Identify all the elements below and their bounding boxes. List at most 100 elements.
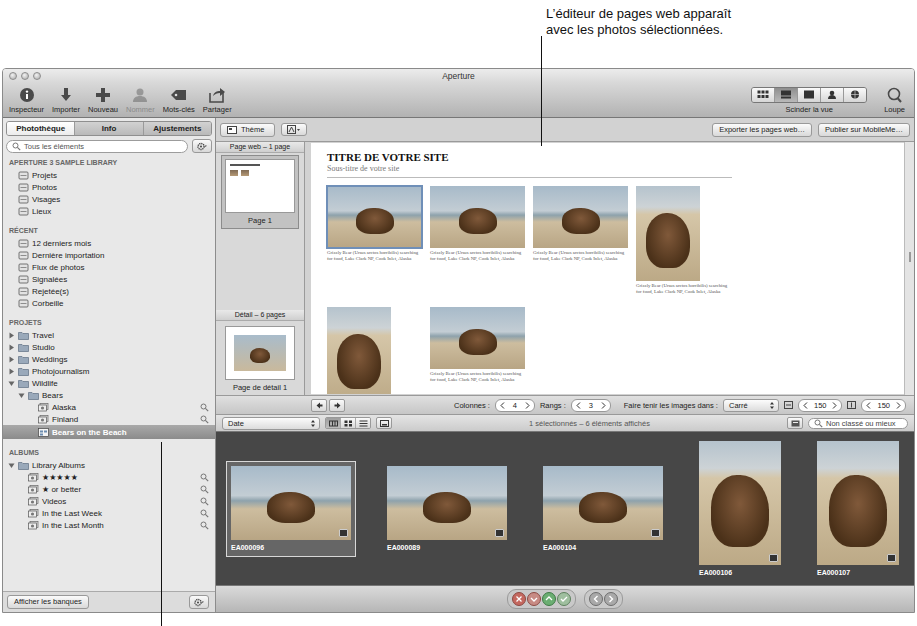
loupe-button[interactable]: Loupe bbox=[881, 87, 908, 114]
sidebar-tab[interactable]: Ajustements bbox=[144, 122, 211, 135]
rows-stepper[interactable]: 3 bbox=[571, 399, 611, 412]
scrollbar-grip[interactable] bbox=[909, 252, 911, 262]
sidebar-item[interactable]: Wildlife bbox=[3, 377, 215, 389]
sidebar-item[interactable]: Projets bbox=[3, 169, 215, 181]
toolbar-button[interactable]: Inspecteur bbox=[6, 87, 47, 114]
decrease-icon[interactable] bbox=[500, 402, 505, 409]
thumbnail-label[interactable]: EA000096 bbox=[231, 543, 351, 552]
thumbnail-label[interactable]: EA000104 bbox=[543, 543, 663, 552]
height-stepper[interactable]: 150 bbox=[861, 399, 906, 412]
sidebar-item-label[interactable]: Lieux bbox=[32, 207, 209, 216]
toolbar-button-label[interactable]: Inspecteur bbox=[9, 105, 44, 114]
increase-icon[interactable] bbox=[896, 402, 901, 409]
minimize-button[interactable] bbox=[21, 72, 29, 80]
thumbnail-photo[interactable] bbox=[387, 466, 507, 540]
search-placeholder[interactable]: Tous les éléments bbox=[24, 142, 84, 151]
sidebar-item-label[interactable]: Signalées bbox=[32, 275, 209, 284]
sidebar-item-label[interactable]: Studio bbox=[32, 343, 209, 352]
reject-icon[interactable] bbox=[512, 592, 526, 606]
disclosure-icon[interactable] bbox=[8, 344, 15, 351]
sidebar-item-label[interactable]: Wildlife bbox=[32, 379, 209, 388]
webpage-photo-cell[interactable] bbox=[327, 307, 424, 394]
sidebar-item-label[interactable]: Travel bbox=[32, 331, 209, 340]
stepper-value[interactable]: 150 bbox=[811, 401, 830, 410]
columns-stepper[interactable]: 4 bbox=[495, 399, 535, 412]
theme-label[interactable]: Thème bbox=[241, 125, 264, 135]
sidebar-item-label[interactable]: In the Last Month bbox=[42, 521, 197, 530]
decrease-icon[interactable] bbox=[576, 402, 581, 409]
webpage-photo-cell[interactable]: Grizzly Bear (Ursus arctos horribilis) s… bbox=[636, 186, 733, 295]
filter-value[interactable]: Non classé ou mieux bbox=[826, 419, 896, 428]
webpage-photo[interactable] bbox=[533, 186, 628, 248]
theme-button[interactable]: Thème bbox=[220, 123, 275, 137]
sidebar-tab[interactable]: Info bbox=[75, 122, 143, 135]
thumbnail-photo[interactable] bbox=[817, 441, 899, 565]
sidebar-item[interactable]: Bears on the Beach bbox=[3, 425, 215, 439]
toolbar-button[interactable]: Partager bbox=[200, 87, 235, 114]
view-button[interactable] bbox=[752, 88, 775, 102]
previous-page-button[interactable] bbox=[311, 399, 327, 412]
browser-thumbnail[interactable]: EA000104 bbox=[538, 461, 668, 557]
filter-hud-button[interactable] bbox=[787, 417, 803, 429]
sidebar-item[interactable]: In the Last Week bbox=[3, 507, 215, 519]
sidebar-item-label[interactable]: Dernière importation bbox=[32, 251, 209, 260]
width-stepper[interactable]: 150 bbox=[798, 399, 843, 412]
search-field[interactable]: Tous les éléments bbox=[6, 140, 188, 153]
webpage-photo[interactable] bbox=[430, 186, 525, 248]
disclosure-icon[interactable] bbox=[8, 368, 15, 375]
sidebar-item-label[interactable]: Flux de photos bbox=[32, 263, 209, 272]
page-thumbnail[interactable]: Page 1 bbox=[221, 155, 299, 229]
webpage-photo-cell[interactable]: Grizzly Bear (Ursus arctos horribilis) s… bbox=[327, 186, 424, 262]
action-button[interactable] bbox=[192, 139, 212, 153]
webpage-photo[interactable] bbox=[636, 186, 700, 281]
sort-dropdown[interactable]: Date bbox=[222, 417, 320, 430]
webpage-photo[interactable] bbox=[327, 186, 422, 248]
view-button[interactable] bbox=[821, 88, 844, 102]
thumbnail-photo[interactable] bbox=[231, 466, 351, 540]
action-button[interactable] bbox=[189, 595, 209, 609]
sidebar-item-label[interactable]: Rejetée(s) bbox=[32, 287, 209, 296]
sidebar-item[interactable]: ★ or better bbox=[3, 483, 215, 495]
sidebar-item[interactable]: Bears bbox=[3, 389, 215, 401]
browser-view-button[interactable] bbox=[326, 418, 341, 428]
sidebar-item[interactable]: Flux de photos bbox=[3, 261, 215, 273]
approve-icon[interactable] bbox=[557, 592, 571, 606]
increase-icon[interactable] bbox=[832, 402, 837, 409]
sidebar-item-label[interactable]: Bears on the Beach bbox=[52, 428, 209, 437]
disclosure-icon[interactable] bbox=[18, 392, 25, 399]
page-thumbnail[interactable]: Page de détail 1 bbox=[222, 323, 298, 395]
toolbar-button-label[interactable]: Nommer bbox=[126, 105, 155, 114]
site-title[interactable]: TITRE DE VOTRE SITE bbox=[327, 151, 732, 164]
page-thumbnail-label[interactable]: Page 1 bbox=[248, 216, 272, 225]
sidebar-item[interactable]: Lieux bbox=[3, 205, 215, 217]
sidebar-item[interactable]: Rejetée(s) bbox=[3, 285, 215, 297]
photo-caption[interactable]: Grizzly Bear (Ursus arctos horribilis) s… bbox=[636, 283, 731, 295]
browser-thumbnail[interactable]: EA000107 bbox=[812, 436, 904, 582]
toolbar-button[interactable]: Mots-clés bbox=[160, 87, 198, 114]
stepper-value[interactable]: 150 bbox=[874, 401, 893, 410]
toolbar-button-label[interactable]: Nouveau bbox=[88, 105, 118, 114]
decrease-icon[interactable] bbox=[803, 402, 808, 409]
sidebar-item-label[interactable]: Projets bbox=[32, 171, 209, 180]
metadata-overlay-button[interactable] bbox=[376, 417, 392, 429]
sidebar-item[interactable]: Library Albums bbox=[3, 459, 215, 471]
browser-view-button[interactable] bbox=[341, 418, 356, 428]
sidebar-item-label[interactable]: Corbeille bbox=[32, 299, 209, 308]
next-page-button[interactable] bbox=[329, 399, 345, 412]
browser-thumbnail[interactable]: EA000106 bbox=[694, 436, 786, 582]
sidebar-item[interactable]: Signalées bbox=[3, 273, 215, 285]
decrease-rating-icon[interactable] bbox=[527, 592, 541, 606]
photo-caption[interactable]: Grizzly Bear (Ursus arctos horribilis) s… bbox=[430, 250, 525, 262]
browser-thumbnail[interactable]: EA000089 bbox=[382, 461, 512, 557]
stepper-value[interactable]: 4 bbox=[508, 401, 522, 410]
photo-caption[interactable]: Grizzly Bear (Ursus arctos horribilis) s… bbox=[533, 250, 628, 262]
thumbnail-label[interactable]: EA000107 bbox=[817, 568, 899, 577]
fit-value[interactable]: Carré bbox=[729, 401, 748, 410]
sidebar-item-label[interactable]: ★ or better bbox=[42, 485, 197, 494]
sidebar-item-label[interactable]: 12 derniers mois bbox=[32, 239, 209, 248]
zoom-button[interactable] bbox=[33, 72, 41, 80]
sidebar-tab[interactable]: Photothèque bbox=[7, 122, 75, 135]
text-format-button[interactable] bbox=[281, 123, 307, 136]
thumbnail-label[interactable]: EA000089 bbox=[387, 543, 507, 552]
sidebar-item[interactable]: Weddings bbox=[3, 353, 215, 365]
